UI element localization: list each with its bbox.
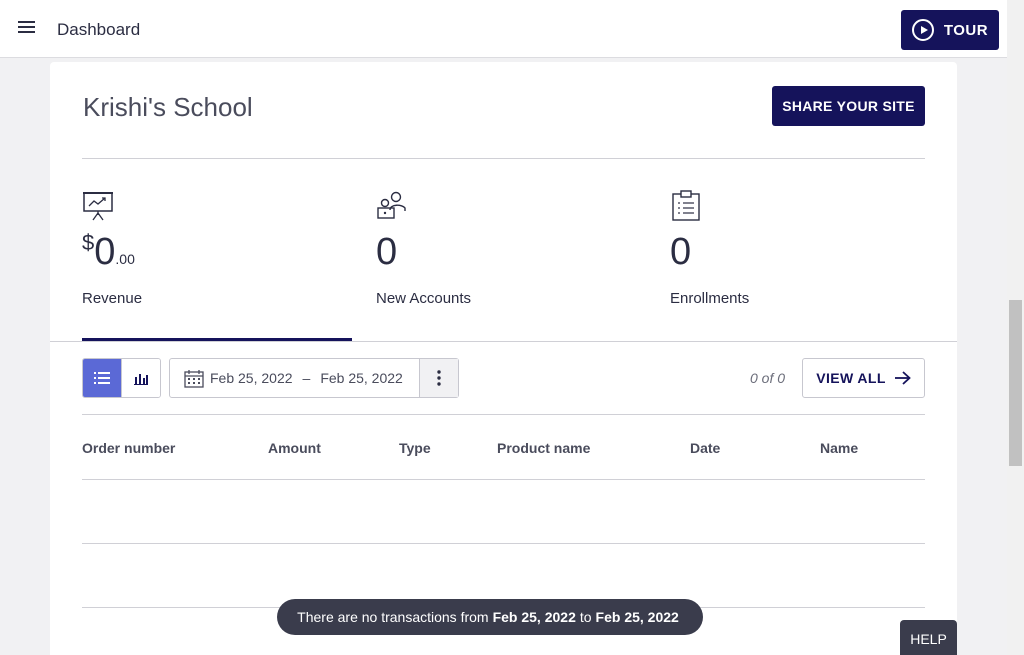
date-to: Feb 25, 2022 — [320, 370, 403, 386]
school-name: Krishi's School — [83, 92, 253, 122]
divider — [50, 341, 957, 342]
date-range-picker: Feb 25, 2022 – Feb 25, 2022 — [169, 358, 459, 398]
table-row — [82, 543, 925, 544]
new-accounts-label: New Accounts — [376, 290, 472, 307]
stat-new-accounts[interactable]: 0 New Accounts — [376, 190, 626, 307]
top-bar: Dashboard TOUR — [0, 0, 1007, 58]
divider — [82, 414, 925, 415]
revenue-amount: 0 — [94, 231, 116, 273]
view-toggle — [82, 358, 161, 398]
play-circle-icon — [911, 19, 934, 41]
list-view-button[interactable] — [83, 359, 121, 397]
presentation-chart-icon — [83, 192, 113, 221]
list-icon — [94, 372, 110, 384]
help-button[interactable]: HELP — [900, 620, 957, 655]
toast-prefix: There are no transactions from — [297, 609, 489, 625]
column-header-name[interactable]: Name — [820, 440, 858, 456]
revenue-cents: .00 — [115, 251, 135, 267]
toast-middle: to — [579, 609, 592, 625]
arrow-right-icon — [894, 371, 911, 385]
page-scrollbar[interactable] — [1007, 0, 1024, 655]
view-all-button[interactable]: VIEW ALL — [802, 358, 925, 398]
chart-view-button[interactable] — [121, 359, 160, 397]
revenue-label: Revenue — [82, 290, 143, 307]
stat-enrollments[interactable]: 0 Enrollments — [670, 190, 920, 307]
date-from: Feb 25, 2022 — [210, 370, 293, 386]
column-header-type[interactable]: Type — [399, 440, 431, 456]
table-row — [82, 479, 925, 480]
bar-chart-icon — [134, 373, 148, 385]
hamburger-menu-icon[interactable] — [18, 21, 38, 37]
enrollments-value: 0 — [670, 231, 692, 273]
toast-from-date: Feb 25, 2022 — [492, 609, 576, 625]
view-all-label: VIEW ALL — [816, 370, 886, 386]
date-options-button[interactable] — [419, 359, 458, 397]
enrollments-label: Enrollments — [670, 290, 750, 307]
share-site-button[interactable]: SHARE YOUR SITE — [772, 86, 925, 126]
column-header-order-number[interactable]: Order number — [82, 440, 175, 456]
result-count: 0 of 0 — [750, 370, 786, 386]
toast-to-date: Feb 25, 2022 — [595, 609, 679, 625]
currency-symbol: $ — [82, 230, 95, 255]
stat-revenue[interactable]: $0.00 Revenue — [82, 190, 332, 307]
dashboard-card: Krishi's School SHARE YOUR SITE $0.00 Re… — [50, 62, 957, 655]
page-title: Dashboard — [57, 20, 141, 39]
calendar-icon — [184, 369, 204, 388]
tour-button[interactable]: TOUR — [901, 10, 999, 50]
users-icon — [377, 191, 406, 219]
clipboard-list-icon — [672, 190, 700, 221]
date-range-input[interactable]: Feb 25, 2022 – Feb 25, 2022 — [170, 359, 419, 397]
vertical-dots-icon — [437, 370, 441, 386]
divider — [82, 158, 925, 159]
new-accounts-value: 0 — [376, 231, 398, 273]
scrollbar-thumb[interactable] — [1009, 300, 1022, 466]
column-header-amount[interactable]: Amount — [268, 440, 321, 456]
column-header-date[interactable]: Date — [690, 440, 720, 456]
column-header-product-name[interactable]: Product name — [497, 440, 590, 456]
no-transactions-toast: There are no transactions from Feb 25, 2… — [277, 599, 703, 635]
date-separator: – — [302, 370, 311, 386]
revenue-value: $0.00 — [82, 230, 332, 273]
tour-button-label: TOUR — [943, 21, 989, 39]
